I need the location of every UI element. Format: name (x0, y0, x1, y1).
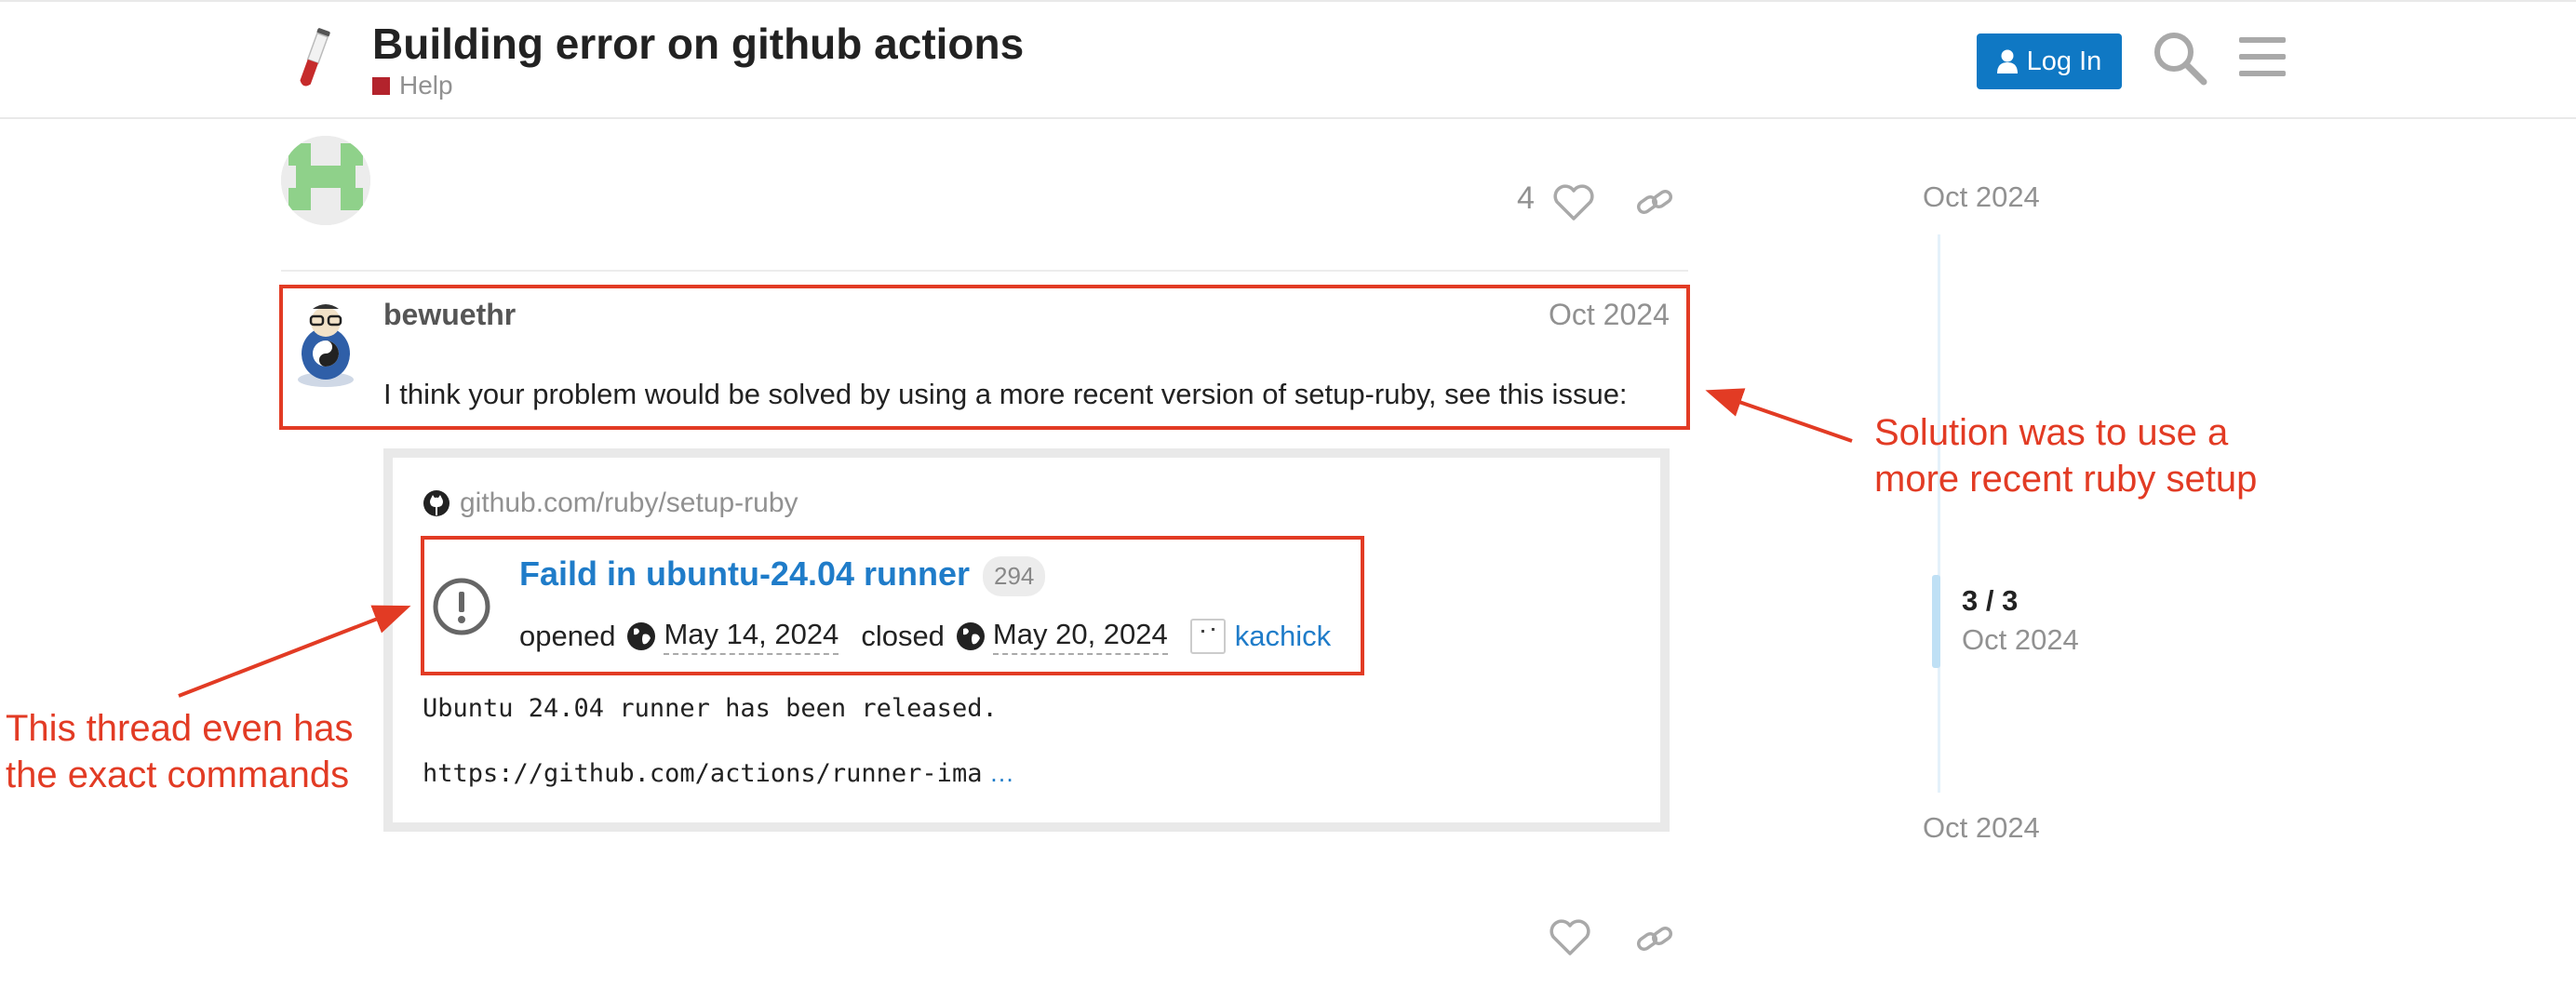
category-color-swatch (372, 76, 390, 95)
search-icon[interactable] (2152, 30, 2207, 86)
timeline-scroll-track[interactable] (1938, 234, 1940, 793)
annotation-highlight-box (421, 536, 1364, 675)
annotation-text: Solution was to use a (1874, 412, 2229, 453)
avatar[interactable] (281, 136, 370, 225)
issue-body-line: Ubuntu 24.04 runner has been released. (423, 694, 998, 723)
onebox-source[interactable]: github.com/ruby/setup-ruby (423, 487, 798, 519)
topic-title[interactable]: Building error on github actions (372, 19, 1024, 69)
issue-body-line: https://github.com/actions/runner-ima … (423, 759, 1014, 788)
issue-body-url: https://github.com/actions/runner-ima (423, 759, 983, 788)
heart-icon[interactable] (1552, 184, 1595, 221)
expand-more-link[interactable]: … (982, 759, 1014, 787)
annotation-highlight-box (279, 285, 1690, 430)
share-link-icon[interactable] (1634, 182, 1675, 223)
category-name: Help (399, 71, 453, 100)
timeline-end-date[interactable]: Oct 2024 (1923, 811, 2040, 845)
heart-icon[interactable] (1549, 919, 1591, 956)
timeline-position-date: Oct 2024 (1962, 623, 2079, 656)
like-count: 4 (1517, 180, 1535, 216)
annotation-text: more recent ruby setup (1874, 459, 2258, 500)
timeline-scroll-handle[interactable] (1932, 575, 1940, 668)
timeline-start-date[interactable]: Oct 2024 (1923, 180, 2040, 214)
post-divider (281, 270, 1688, 272)
timeline-position: 3 / 3 (1962, 584, 2019, 617)
user-icon (1996, 49, 2018, 73)
site-logo-icon[interactable] (290, 26, 337, 93)
login-button[interactable]: Log In (1977, 33, 2122, 89)
category-badge[interactable]: Help (372, 71, 453, 100)
annotation-text: This thread even has (6, 708, 354, 749)
github-icon (423, 490, 449, 516)
share-link-icon[interactable] (1634, 919, 1675, 960)
onebox-source-url: github.com/ruby/setup-ruby (460, 487, 798, 518)
login-label: Log In (2026, 46, 2102, 76)
menu-icon[interactable] (2237, 32, 2288, 82)
annotation-text: the exact commands (6, 754, 350, 795)
